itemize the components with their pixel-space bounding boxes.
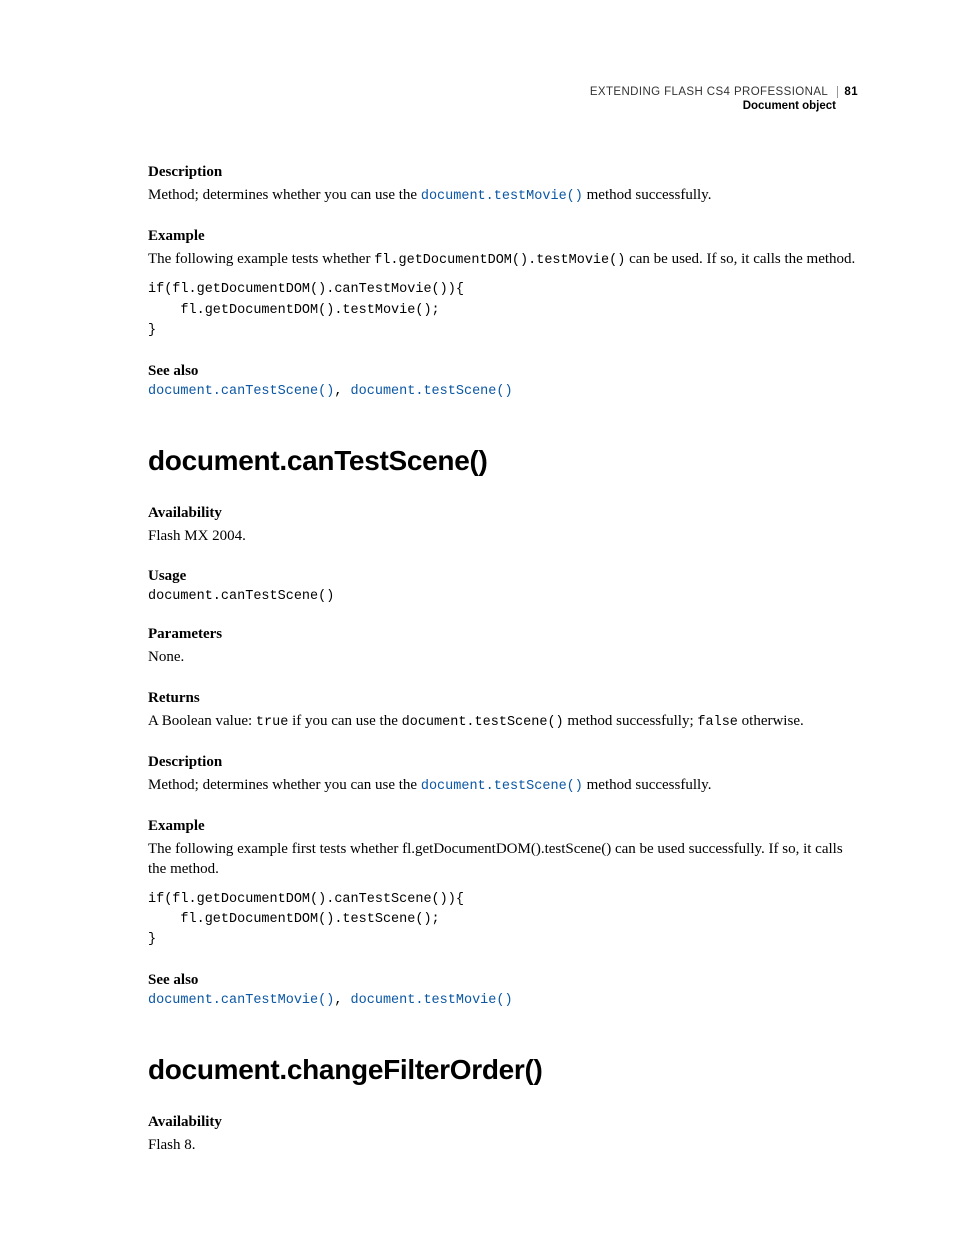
link-cantestmovie[interactable]: document.canTestMovie() (148, 993, 334, 1008)
text-fragment: The following example tests whether (148, 251, 374, 267)
link-document-testscene[interactable]: document.testScene() (421, 779, 583, 794)
text-fragment: otherwise. (738, 713, 804, 729)
page-number: 81 (837, 86, 858, 98)
description-block: Description Method; determines whether y… (148, 164, 858, 206)
description-heading: Description (148, 164, 858, 181)
text-fragment: if you can use the (288, 713, 401, 729)
api-heading-changefilterorder: document.changeFilterOrder() (148, 1054, 858, 1086)
usage-block: Usage document.canTestScene() (148, 568, 858, 604)
doc-title: EXTENDING FLASH CS4 PROFESSIONAL (590, 86, 828, 98)
see-also-block: See also document.canTestScene(), docume… (148, 363, 858, 399)
returns-text: A Boolean value: true if you can use the… (148, 711, 858, 732)
example-block: Example The following example first test… (148, 818, 858, 950)
text-fragment: method successfully. (583, 777, 712, 793)
example-heading: Example (148, 818, 858, 835)
separator: , (334, 993, 350, 1008)
inline-code: fl.getDocumentDOM().testMovie() (374, 253, 625, 268)
usage-code: document.canTestScene() (148, 589, 858, 604)
description-block: Description Method; determines whether y… (148, 754, 858, 796)
inline-code: false (697, 715, 738, 730)
returns-block: Returns A Boolean value: true if you can… (148, 690, 858, 732)
example-text: The following example first tests whethe… (148, 839, 858, 880)
link-testmovie[interactable]: document.testMovie() (351, 993, 513, 1008)
see-also-links: document.canTestMovie(), document.testMo… (148, 993, 858, 1008)
text-fragment: Method; determines whether you can use t… (148, 777, 421, 793)
description-text: Method; determines whether you can use t… (148, 775, 858, 796)
see-also-links: document.canTestScene(), document.testSc… (148, 384, 858, 399)
availability-block: Availability Flash MX 2004. (148, 505, 858, 546)
code-block: if(fl.getDocumentDOM().canTestMovie()){ … (148, 280, 858, 341)
availability-block: Availability Flash 8. (148, 1114, 858, 1155)
example-heading: Example (148, 228, 858, 245)
separator: , (334, 384, 350, 399)
code-block: if(fl.getDocumentDOM().canTestScene()){ … (148, 890, 858, 951)
parameters-block: Parameters None. (148, 626, 858, 667)
see-also-heading: See also (148, 363, 858, 380)
see-also-heading: See also (148, 972, 858, 989)
description-text: Method; determines whether you can use t… (148, 185, 858, 206)
content: Description Method; determines whether y… (148, 86, 858, 1156)
availability-heading: Availability (148, 1114, 858, 1131)
inline-code: true (256, 715, 288, 730)
usage-heading: Usage (148, 568, 858, 585)
returns-heading: Returns (148, 690, 858, 707)
text-fragment: Method; determines whether you can use t… (148, 187, 421, 203)
see-also-block: See also document.canTestMovie(), docume… (148, 972, 858, 1008)
parameters-text: None. (148, 647, 858, 667)
running-header: EXTENDING FLASH CS4 PROFESSIONAL 81 Docu… (590, 86, 858, 112)
link-cantestscene[interactable]: document.canTestScene() (148, 384, 334, 399)
parameters-heading: Parameters (148, 626, 858, 643)
page: EXTENDING FLASH CS4 PROFESSIONAL 81 Docu… (0, 0, 954, 1235)
section-name: Document object (590, 100, 858, 112)
doc-title-row: EXTENDING FLASH CS4 PROFESSIONAL 81 (590, 86, 858, 98)
description-heading: Description (148, 754, 858, 771)
link-document-testmovie[interactable]: document.testMovie() (421, 189, 583, 204)
api-heading-cantestscene: document.canTestScene() (148, 445, 858, 477)
text-fragment: method successfully. (583, 187, 712, 203)
text-fragment: method successfully; (564, 713, 698, 729)
example-block: Example The following example tests whet… (148, 228, 858, 341)
inline-code: document.testScene() (402, 715, 564, 730)
availability-text: Flash MX 2004. (148, 526, 858, 546)
availability-text: Flash 8. (148, 1135, 858, 1155)
example-text: The following example tests whether fl.g… (148, 249, 858, 270)
text-fragment: A Boolean value: (148, 713, 256, 729)
link-testscene[interactable]: document.testScene() (351, 384, 513, 399)
text-fragment: can be used. If so, it calls the method. (625, 251, 855, 267)
availability-heading: Availability (148, 505, 858, 522)
